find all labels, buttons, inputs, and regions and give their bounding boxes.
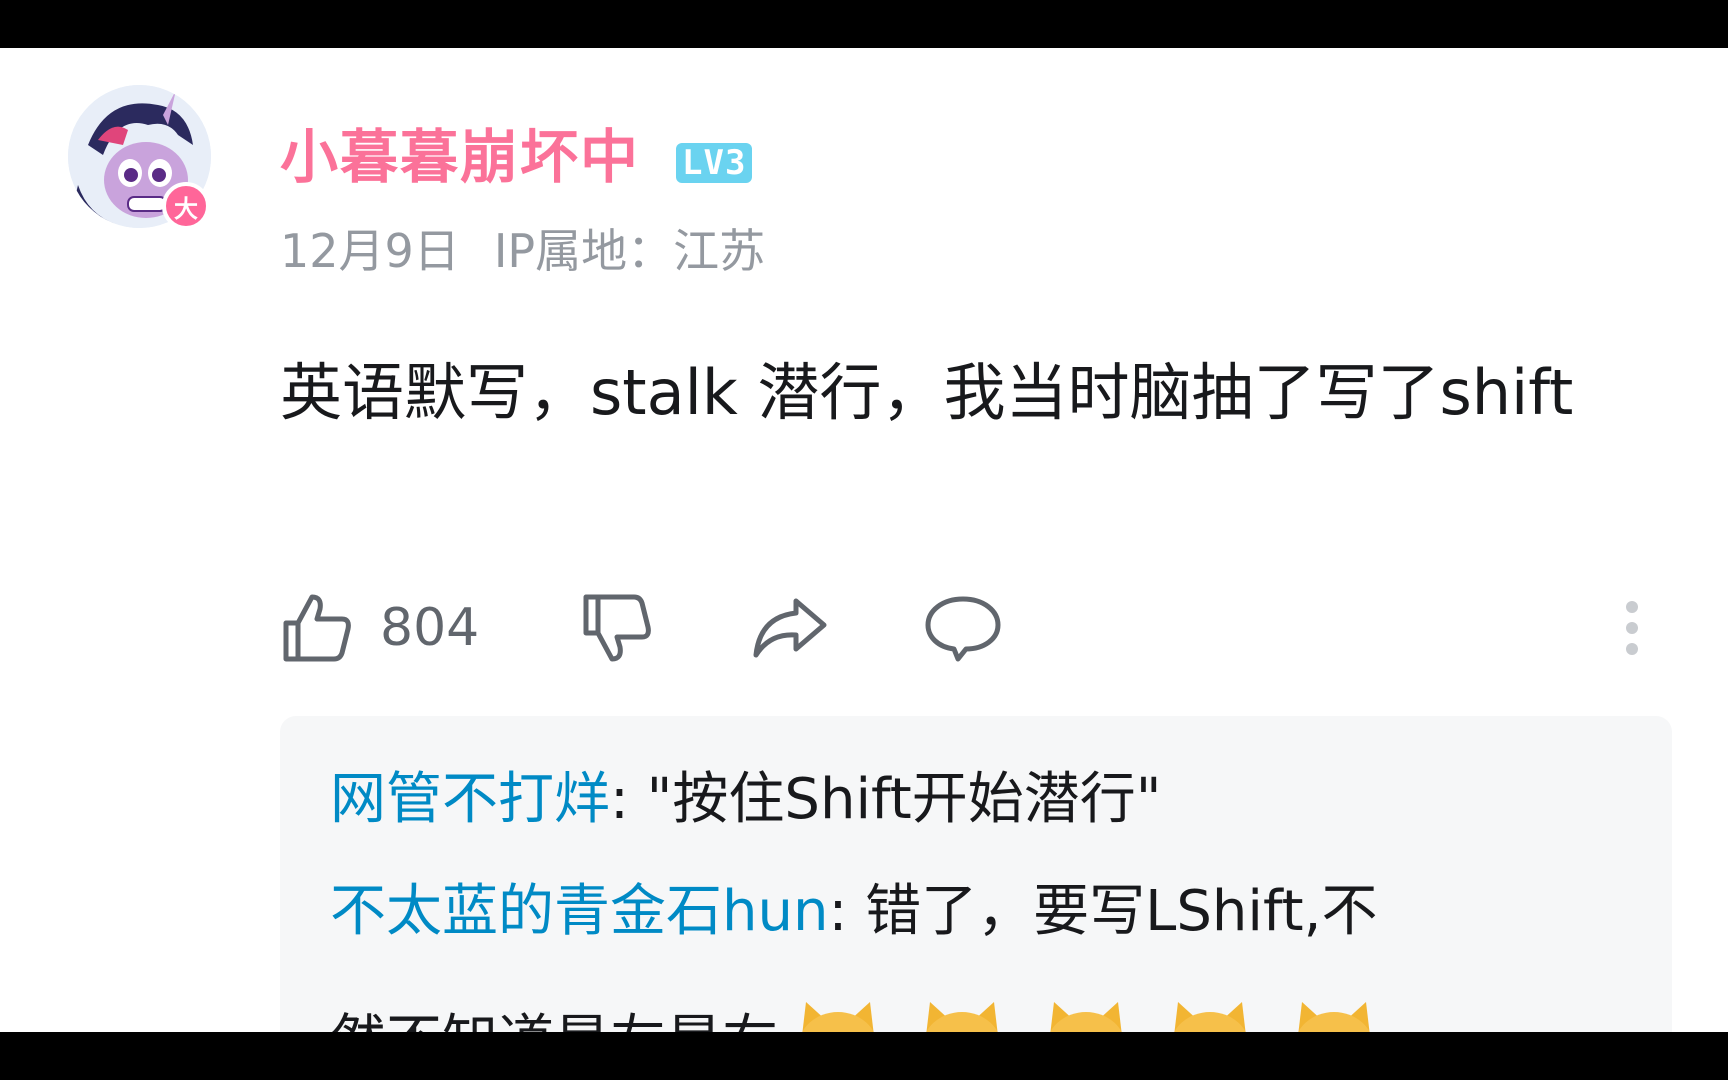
level-badge: LV3 [676,143,753,183]
doge-emoji-icon [1174,1002,1246,1032]
reply-separator: : [610,767,647,832]
comment-screen: 大 小暮暮崩坏中 LV3 12月9日 IP属地：江苏 英语默写，stalk 潜行，… [0,48,1728,1032]
action-bar: 804 [280,588,1660,668]
reply-username[interactable]: 不太蓝的青金石hun [330,879,828,944]
reply-separator: : [828,879,866,944]
thumbs-down-icon [583,594,651,662]
comment-meta: 12月9日 IP属地：江苏 [280,228,765,274]
share-button[interactable] [750,588,830,668]
reply-text: 错了，要写LShift,不 [865,879,1378,944]
comment-date: 12月9日 [280,224,460,278]
reply-continuation: 然不知道是左是右 [330,996,1380,1032]
reply-text: "按住Shift开始潜行" [646,767,1162,832]
emoji-row [778,996,1380,1032]
reply-item[interactable]: 不太蓝的青金石hun: 错了，要写LShift,不 [330,884,1377,940]
doge-emoji-icon [1298,1002,1370,1032]
share-icon [753,598,827,658]
doge-emoji-icon [802,1002,874,1032]
ip-location: IP属地：江苏 [493,224,766,278]
reply-username[interactable]: 网管不打烊 [330,767,610,832]
letterbox-bottom [0,1032,1728,1080]
dislike-button[interactable] [580,588,654,668]
reply-button[interactable] [924,588,1002,668]
comment-text: 英语默写，stalk 潜行，我当时脑抽了写了shift [280,356,1574,429]
username[interactable]: 小暮暮崩坏中 [280,128,640,186]
reply-item[interactable]: 网管不打烊: "按住Shift开始潜行" [330,772,1161,828]
letterbox-top [0,0,1728,48]
doge-emoji-icon [1050,1002,1122,1032]
more-icon [1626,601,1638,655]
thumbs-up-icon [283,594,351,662]
like-count: 804 [380,598,480,658]
reply-text: 然不知道是左是右 [330,1014,778,1033]
vip-badge: 大 [162,182,210,230]
doge-emoji-icon [926,1002,998,1032]
more-options-button[interactable] [1620,588,1644,668]
reply-preview-box[interactable]: 网管不打烊: "按住Shift开始潜行" 不太蓝的青金石hun: 错了，要写LS… [280,716,1672,1032]
like-button[interactable]: 804 [280,588,479,668]
reply-icon [925,596,1001,662]
